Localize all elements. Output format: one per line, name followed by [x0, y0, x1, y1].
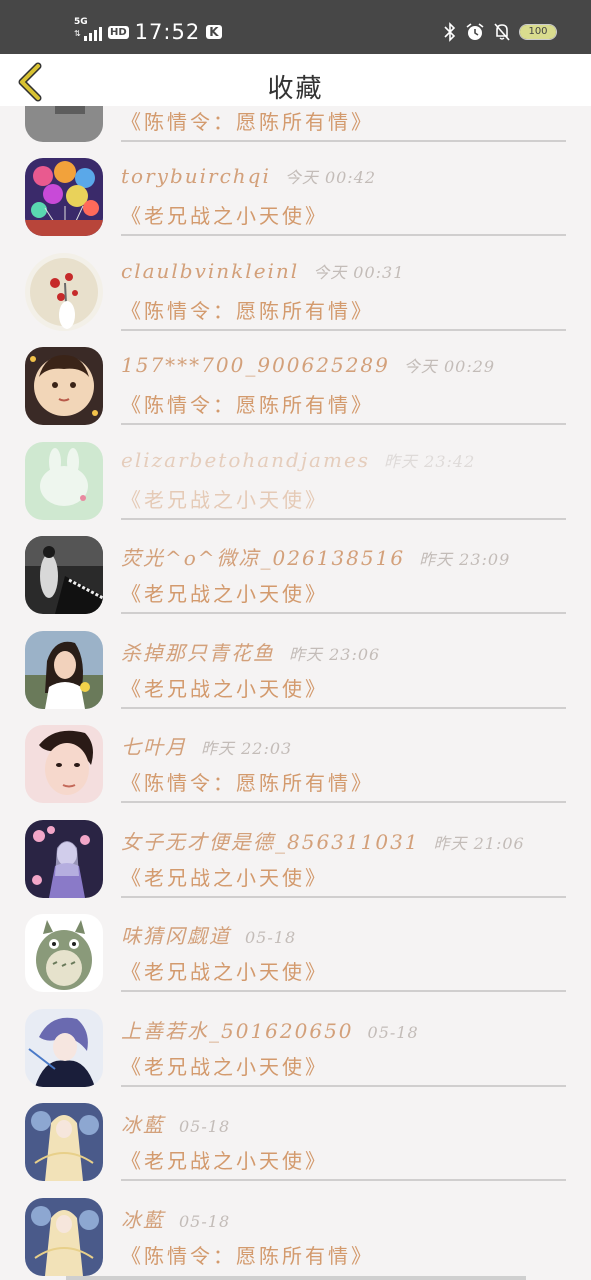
list-item[interactable]: 味猜冈觑道 05-18 《老兄战之小天使》: [0, 898, 591, 993]
list-item[interactable]: 杀掉那只青花鱼 昨天 23:06 《老兄战之小天使》: [0, 615, 591, 710]
timestamp: 05-18: [179, 1211, 231, 1231]
timestamp: 今天 00:42: [284, 168, 377, 187]
timestamp: 昨天 21:06: [433, 833, 525, 853]
timestamp: 05-18: [245, 928, 297, 947]
username[interactable]: 女子无才便是德_856311031: [121, 830, 420, 854]
item-meta: 女子无才便是德_856311031 昨天 21:06: [121, 826, 525, 855]
work-title[interactable]: 《老兄战之小天使》: [121, 1051, 328, 1080]
username[interactable]: 冰藍: [121, 1208, 165, 1232]
favorites-list: 《陈情令：愿陈所有情》 torybuirchqi 今天 00:42 《老兄战之小天…: [0, 0, 591, 1280]
avatar[interactable]: [25, 1103, 103, 1181]
list-item[interactable]: torybuirchqi 今天 00:42 《老兄战之小天使》: [0, 142, 591, 237]
timestamp: 昨天 22:03: [201, 739, 293, 758]
work-title[interactable]: 《老兄战之小天使》: [121, 862, 328, 891]
avatar[interactable]: [25, 1008, 103, 1087]
list-item[interactable]: 冰藍 05-18 《老兄战之小天使》: [0, 1087, 591, 1182]
item-meta: elizarbetohandjames 昨天 23:42: [121, 448, 475, 472]
list-item[interactable]: 七叶月 昨天 22:03 《陈情令：愿陈所有情》: [0, 709, 591, 804]
work-title[interactable]: 《老兄战之小天使》: [121, 673, 328, 702]
username[interactable]: 荧光^o^微凉_026138516: [121, 546, 405, 570]
avatar[interactable]: [25, 536, 103, 614]
username[interactable]: 冰藍: [121, 1113, 165, 1137]
item-meta: 七叶月 昨天 22:03: [121, 731, 292, 760]
timestamp: 今天 00:31: [313, 262, 405, 282]
item-meta: 冰藍 05-18: [121, 1204, 230, 1233]
work-title[interactable]: 《陈情令：愿陈所有情》: [121, 295, 374, 324]
list-item[interactable]: claulbvinkleinl 今天 00:31 《陈情令：愿陈所有情》: [0, 237, 591, 332]
list-item[interactable]: 157***700_900625289 今天 00:29 《陈情令：愿陈所有情》: [0, 331, 591, 426]
avatar[interactable]: [25, 725, 103, 803]
scroll-indicator: [66, 1276, 526, 1280]
item-meta: 冰藍 05-18: [121, 1109, 230, 1138]
work-title[interactable]: 《老兄战之小天使》: [121, 578, 328, 607]
username[interactable]: elizarbetohandjames: [121, 448, 370, 472]
list-item[interactable]: 荧光^o^微凉_026138516 昨天 23:09 《老兄战之小天使》: [0, 520, 591, 615]
item-meta: torybuirchqi 今天 00:42: [121, 164, 376, 188]
timestamp: 今天 00:29: [403, 357, 496, 376]
list-item[interactable]: 上善若水_501620650 05-18 《老兄战之小天使》: [0, 993, 591, 1088]
timestamp: 昨天 23:09: [419, 550, 511, 569]
list-item[interactable]: 女子无才便是德_856311031 昨天 21:06 《老兄战之小天使》: [0, 804, 591, 899]
item-meta: 上善若水_501620650 05-18: [121, 1015, 419, 1044]
work-title[interactable]: 《老兄战之小天使》: [121, 484, 328, 513]
work-title[interactable]: 《老兄战之小天使》: [121, 200, 328, 229]
list-item[interactable]: elizarbetohandjames 昨天 23:42 《老兄战之小天使》: [0, 426, 591, 521]
work-title[interactable]: 《陈情令：愿陈所有情》: [121, 767, 374, 796]
timestamp: 05-18: [179, 1117, 231, 1136]
avatar[interactable]: [25, 914, 103, 992]
avatar[interactable]: [25, 158, 103, 236]
item-meta: 157***700_900625289 今天 00:29: [121, 353, 495, 377]
avatar[interactable]: [25, 1197, 103, 1276]
username[interactable]: claulbvinkleinl: [121, 259, 299, 283]
avatar[interactable]: [25, 819, 103, 898]
avatar[interactable]: [25, 252, 103, 331]
timestamp: 05-18: [367, 1022, 419, 1042]
work-title[interactable]: 《陈情令：愿陈所有情》: [121, 389, 374, 418]
item-meta: 荧光^o^微凉_026138516 昨天 23:09: [121, 542, 510, 571]
username[interactable]: 七叶月: [121, 735, 187, 759]
work-title[interactable]: 《陈情令：愿陈所有情》: [121, 1240, 374, 1269]
item-meta: 味猜冈觑道 05-18: [121, 920, 296, 949]
timestamp: 昨天 23:42: [384, 451, 476, 471]
list-item[interactable]: 冰藍 05-18 《陈情令：愿陈所有情》: [0, 1182, 591, 1277]
item-meta: claulbvinkleinl 今天 00:31: [121, 259, 404, 283]
avatar[interactable]: [25, 630, 103, 709]
username[interactable]: 上善若水_501620650: [121, 1019, 354, 1043]
item-meta: 杀掉那只青花鱼 昨天 23:06: [121, 637, 380, 666]
timestamp: 昨天 23:06: [289, 644, 381, 664]
page-title: 收藏: [267, 74, 324, 104]
username[interactable]: 味猜冈觑道: [121, 924, 231, 948]
avatar[interactable]: [25, 347, 103, 425]
avatar[interactable]: [25, 441, 103, 520]
username[interactable]: 157***700_900625289: [121, 353, 390, 377]
work-title[interactable]: 《陈情令：愿陈所有情》: [121, 106, 374, 135]
username[interactable]: torybuirchqi: [121, 164, 271, 188]
top-nav-bar: 收藏: [0, 54, 591, 106]
username[interactable]: 杀掉那只青花鱼: [121, 641, 275, 665]
work-title[interactable]: 《老兄战之小天使》: [121, 1145, 328, 1174]
work-title[interactable]: 《老兄战之小天使》: [121, 956, 328, 985]
